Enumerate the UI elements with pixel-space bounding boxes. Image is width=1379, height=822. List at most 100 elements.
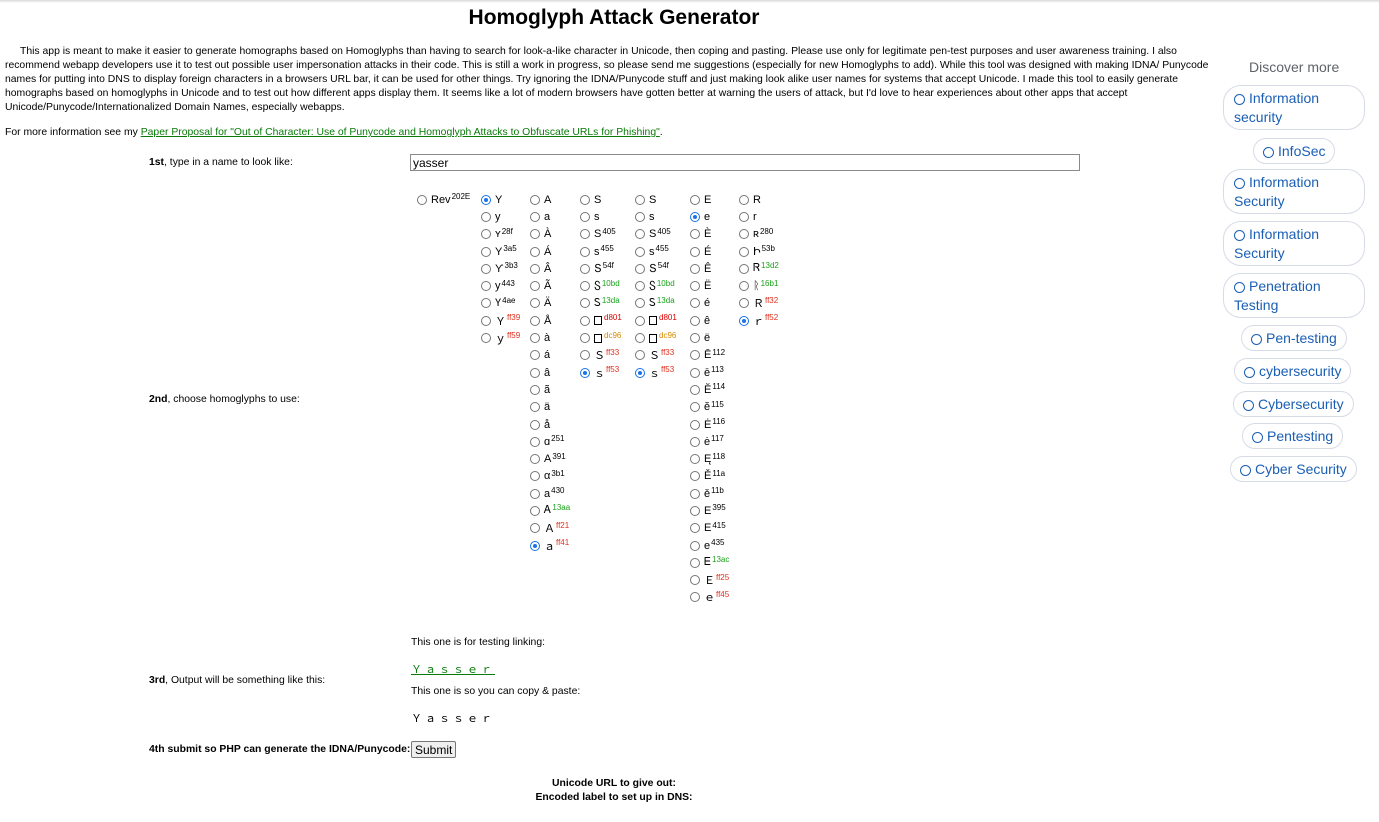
homoglyph-radio[interactable] — [635, 246, 645, 257]
homoglyph-option[interactable]: Υ 3a5 — [481, 243, 520, 260]
homoglyph-radio[interactable] — [690, 575, 700, 586]
homoglyph-radio[interactable] — [580, 298, 590, 309]
homoglyph-radio[interactable] — [580, 211, 590, 222]
homoglyph-radio[interactable] — [690, 263, 700, 274]
homoglyph-radio[interactable] — [580, 281, 590, 292]
homoglyph-radio[interactable] — [580, 229, 590, 240]
homoglyph-radio[interactable] — [739, 263, 749, 274]
homoglyph-option[interactable]: ａ ff41 — [530, 537, 570, 554]
homoglyph-radio[interactable] — [635, 350, 645, 361]
homoglyph-option[interactable]: ｓ ff53 — [580, 364, 622, 381]
pill-pentesting[interactable]: Pentesting — [1242, 423, 1344, 449]
homoglyph-option[interactable]: a — [530, 208, 570, 225]
pill-cybersecurity[interactable]: cybersecurity — [1234, 358, 1352, 384]
homoglyph-option[interactable]: Ä — [530, 295, 570, 312]
homoglyph-radio[interactable] — [530, 540, 540, 551]
homoglyph-option[interactable]: dc96 — [635, 329, 677, 346]
homoglyph-radio[interactable] — [690, 454, 700, 465]
homoglyph-option[interactable]: Á — [530, 243, 570, 260]
homoglyph-option[interactable]: Ⴝ 10bd — [580, 277, 622, 294]
homoglyph-radio[interactable] — [635, 281, 645, 292]
homoglyph-option[interactable]: ｙ ff59 — [481, 329, 520, 346]
homoglyph-option[interactable]: Â — [530, 260, 570, 277]
pill-cyber-security[interactable]: Cyber Security — [1230, 456, 1357, 482]
homoglyph-option[interactable]: À — [530, 226, 570, 243]
homoglyph-radio[interactable] — [530, 419, 540, 430]
homoglyph-option[interactable]: Ｓff33 — [580, 347, 622, 364]
homoglyph-option[interactable]: α 3b1 — [530, 468, 570, 485]
homoglyph-radio[interactable] — [530, 194, 540, 205]
homoglyph-radio[interactable] — [530, 281, 540, 292]
homoglyph-radio[interactable] — [530, 211, 540, 222]
homoglyph-option[interactable]: Ｒff32 — [739, 295, 779, 312]
homoglyph-radio[interactable] — [481, 246, 491, 257]
homoglyph-option[interactable]: Ë — [690, 277, 729, 294]
pill-information-security-2[interactable]: Information Security — [1223, 169, 1365, 214]
homoglyph-option[interactable]: ē 113 — [690, 364, 729, 381]
homoglyph-radio[interactable] — [739, 229, 749, 240]
homoglyph-radio[interactable] — [481, 333, 491, 344]
homoglyph-radio[interactable] — [690, 592, 700, 603]
homoglyph-radio[interactable] — [635, 333, 645, 344]
homoglyph-radio[interactable] — [635, 298, 645, 309]
homoglyph-option[interactable]: Ĕ 114 — [690, 381, 729, 398]
homoglyph-radio[interactable] — [635, 315, 645, 326]
name-input[interactable] — [410, 154, 1080, 171]
homoglyph-radio[interactable] — [690, 557, 700, 568]
homoglyph-radio[interactable] — [690, 350, 700, 361]
homoglyph-option[interactable]: Ｙff39 — [481, 312, 520, 329]
homoglyph-radio[interactable] — [690, 333, 700, 344]
homoglyph-option[interactable]: E — [690, 191, 729, 208]
homoglyph-option[interactable]: Ε 395 — [690, 502, 729, 519]
submit-button[interactable]: Submit — [411, 741, 457, 758]
homoglyph-option[interactable]: ｓ ff53 — [635, 364, 677, 381]
homoglyph-option[interactable]: R — [739, 191, 779, 208]
homoglyph-radio[interactable] — [530, 350, 540, 361]
homoglyph-option[interactable]: Ė 116 — [690, 416, 729, 433]
homoglyph-option[interactable]: Ү 4ae — [481, 295, 520, 312]
homoglyph-option[interactable]: ä — [530, 399, 570, 416]
homoglyph-option[interactable]: Ѕ 405 — [635, 226, 677, 243]
homoglyph-option[interactable]: Ꮢ 13d2 — [739, 260, 779, 277]
homoglyph-option[interactable]: Ｅff25 — [690, 572, 729, 589]
homoglyph-radio[interactable] — [690, 281, 700, 292]
homoglyph-radio[interactable] — [739, 298, 749, 309]
homoglyph-radio[interactable] — [690, 419, 700, 430]
pill-pen-testing[interactable]: Pen-testing — [1241, 325, 1347, 351]
homoglyph-radio[interactable] — [690, 367, 700, 378]
homoglyph-option[interactable]: A — [530, 191, 570, 208]
homoglyph-radio[interactable] — [690, 488, 700, 499]
homoglyph-radio[interactable] — [690, 436, 700, 447]
homoglyph-radio[interactable] — [530, 315, 540, 326]
homoglyph-radio[interactable] — [530, 246, 540, 257]
homoglyph-option[interactable]: е 435 — [690, 537, 729, 554]
homoglyph-radio[interactable] — [580, 333, 590, 344]
homoglyph-option[interactable]: Ê — [690, 260, 729, 277]
homoglyph-option[interactable]: ϒ 3b3 — [481, 260, 520, 277]
homoglyph-option[interactable]: у 443 — [481, 277, 520, 294]
homoglyph-option[interactable]: ʀ 280 — [739, 226, 779, 243]
homoglyph-option[interactable]: ｒ ff52 — [739, 312, 779, 329]
homoglyph-radio[interactable] — [530, 471, 540, 482]
homoglyph-option[interactable]: È — [690, 226, 729, 243]
homoglyph-radio[interactable] — [690, 505, 700, 516]
homoglyph-radio[interactable] — [690, 194, 700, 205]
homoglyph-radio[interactable] — [690, 471, 700, 482]
homoglyph-option[interactable]: â — [530, 364, 570, 381]
homoglyph-option[interactable]: Ѕ 405 — [580, 226, 622, 243]
paper-proposal-link[interactable]: Paper Proposal for "Out of Character: Us… — [141, 127, 660, 138]
homoglyph-radio[interactable] — [481, 263, 491, 274]
homoglyph-option[interactable]: Ի 53b — [739, 243, 779, 260]
homoglyph-radio[interactable] — [481, 298, 491, 309]
homoglyph-radio[interactable] — [530, 523, 540, 534]
homoglyph-radio[interactable] — [635, 229, 645, 240]
homoglyph-option[interactable]: Ꭺ 13aa — [530, 502, 570, 519]
homoglyph-option[interactable]: ě 11b — [690, 485, 729, 502]
homoglyph-option[interactable]: ᚱ 16b1 — [739, 277, 779, 294]
homoglyph-option[interactable]: Ｓff33 — [635, 347, 677, 364]
homoglyph-option[interactable]: Ꮪ 13da — [635, 295, 677, 312]
homoglyph-option[interactable]: à — [530, 329, 570, 346]
homoglyph-radio[interactable] — [530, 505, 540, 516]
homoglyph-option[interactable]: d801 — [635, 312, 677, 329]
homoglyph-option[interactable]: Ã — [530, 277, 570, 294]
